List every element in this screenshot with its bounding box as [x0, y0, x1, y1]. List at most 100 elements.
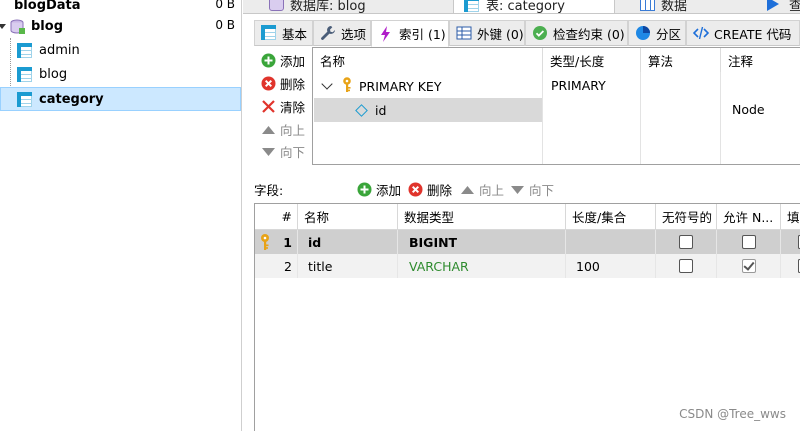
column-header-type[interactable]: 类型/长度	[543, 48, 641, 72]
row-number-cell: 1	[255, 230, 298, 254]
delete-icon	[261, 76, 276, 91]
column-header-datatype[interactable]: 数据类型	[398, 204, 566, 230]
tab-database[interactable]: 数据库: blog	[269, 0, 366, 14]
index-delete-button[interactable]: 删除	[261, 73, 305, 93]
allow-null-checkbox[interactable]	[741, 235, 756, 249]
table-row[interactable]: 2 title VARCHAR 100	[255, 254, 800, 278]
index-row-column-id[interactable]: id	[314, 98, 542, 122]
add-icon	[261, 53, 276, 68]
unsigned-checkbox[interactable]	[679, 235, 693, 249]
column-header-zerofill[interactable]: 填	[781, 204, 800, 230]
column-header-algorithm[interactable]: 算法	[641, 48, 721, 72]
column-header-number[interactable]: #	[255, 204, 298, 230]
tree-item-category[interactable]: category	[0, 87, 241, 111]
diamond-icon	[355, 103, 368, 117]
field-up-button[interactable]: 向上	[460, 178, 504, 200]
column-divider	[641, 72, 721, 164]
tab-label: 数据	[661, 0, 688, 14]
column-header-name[interactable]: 名称	[298, 204, 398, 230]
tree-item-admin[interactable]: admin	[0, 38, 241, 62]
fields-toolbar: 字段: 添加 删除 向上 向下	[243, 178, 800, 200]
tree-item-blog-db[interactable]: blog 0 B	[0, 14, 241, 38]
button-label: 向下	[280, 144, 306, 160]
chevron-down-icon[interactable]	[321, 78, 333, 90]
tab-label: 表: category	[486, 0, 565, 14]
code-icon	[692, 25, 710, 41]
field-delete-button[interactable]: 删除	[408, 178, 452, 200]
field-add-button[interactable]: 添加	[357, 178, 401, 200]
tree-item-blog-table[interactable]: blog	[0, 62, 241, 86]
allow-null-checkbox[interactable]	[741, 259, 756, 273]
database-icon	[10, 19, 25, 34]
tab-table[interactable]: 表: category	[453, 0, 615, 14]
tab-label: 检查约束 (0)	[553, 26, 625, 42]
column-header-unsigned[interactable]: 无符号的	[656, 204, 717, 230]
allow-null-cell	[717, 230, 781, 254]
tab-query[interactable]: 查	[767, 0, 800, 13]
field-length-cell[interactable]: 100	[566, 254, 656, 278]
field-name-cell[interactable]: id	[298, 230, 398, 254]
delete-icon	[408, 182, 423, 197]
column-header-length[interactable]: 长度/集合	[566, 204, 656, 230]
tab-label: 分区	[656, 26, 682, 42]
tab-label: CREATE 代码	[714, 26, 792, 42]
button-label: 向下	[529, 182, 555, 198]
zerofill-cell	[781, 254, 800, 278]
tab-options[interactable]: 选项	[313, 20, 371, 46]
index-grid: 名称 类型/长度 算法 注释 PRIMARY KEY PRIMARY id No…	[312, 47, 800, 165]
foreign-key-icon	[456, 25, 472, 41]
tab-check-constraints[interactable]: 检查约束 (0)	[525, 20, 628, 46]
tab-create-code[interactable]: CREATE 代码	[686, 20, 800, 46]
column-header-comment[interactable]: 注释	[721, 48, 800, 72]
unsigned-cell	[656, 230, 717, 254]
tab-indexes[interactable]: 索引 (1)	[371, 20, 449, 47]
index-clear-button[interactable]: 清除	[261, 96, 305, 116]
collapse-triangle-icon[interactable]	[0, 23, 6, 29]
button-label: 向上	[479, 182, 505, 198]
tab-foreign-keys[interactable]: 外键 (0)	[449, 20, 525, 46]
add-icon	[357, 182, 372, 197]
index-down-button[interactable]: 向下	[261, 141, 305, 161]
tab-data[interactable]: 数据	[640, 0, 688, 14]
tab-partitions[interactable]: 分区	[628, 20, 686, 46]
field-down-button[interactable]: 向下	[510, 178, 554, 200]
column-header-allow-null[interactable]: 允许 N...	[717, 204, 781, 230]
field-name-cell[interactable]: title	[298, 254, 398, 278]
index-row-primary[interactable]: PRIMARY KEY	[313, 74, 543, 98]
button-label: 删除	[280, 76, 306, 92]
button-label: 向上	[280, 122, 306, 138]
tree-item-size: 0 B	[215, 0, 235, 11]
allow-null-cell	[717, 254, 781, 278]
tree-item-label: blog	[39, 66, 68, 82]
wrench-icon	[320, 25, 336, 41]
index-up-button[interactable]: 向上	[261, 119, 305, 139]
unsigned-cell	[656, 254, 717, 278]
table-icon	[17, 66, 32, 82]
field-type-cell[interactable]: VARCHAR	[398, 254, 566, 278]
row-number: 2	[284, 258, 292, 274]
row-number-cell: 2	[255, 254, 298, 278]
tab-label: 选项	[341, 26, 367, 42]
database-icon	[269, 0, 284, 11]
column-header-name[interactable]: 名称	[313, 48, 543, 72]
tree-item-label: category	[39, 91, 104, 107]
tree-item-label: blog	[31, 18, 63, 34]
field-type-cell[interactable]: BIGINT	[398, 230, 566, 254]
tab-label: 外键 (0)	[477, 26, 524, 42]
index-name: PRIMARY KEY	[359, 78, 442, 94]
tree-item-size: 0 B	[215, 18, 235, 32]
fields-grid: # 名称 数据类型 长度/集合 无符号的 允许 N... 填 1 id BIGI…	[254, 203, 800, 431]
table-row[interactable]: 1 id BIGINT	[255, 230, 800, 254]
tab-label: 查	[789, 0, 800, 13]
tab-label: 基本	[282, 26, 308, 42]
tab-basic[interactable]: 基本	[254, 20, 313, 46]
arrow-up-icon	[261, 122, 276, 137]
unsigned-checkbox[interactable]	[679, 259, 693, 273]
index-add-button[interactable]: 添加	[261, 50, 305, 70]
tree-item-label: admin	[39, 42, 80, 58]
field-length-cell[interactable]	[566, 230, 656, 254]
table-editor-tabs: 基本 选项 索引 (1) 外键 (0) 检查约束 (0) 分区 CREATE 代…	[254, 20, 800, 47]
arrow-up-icon	[460, 182, 475, 197]
tab-label: 数据库: blog	[290, 0, 366, 14]
index-comment: Node	[732, 102, 765, 117]
